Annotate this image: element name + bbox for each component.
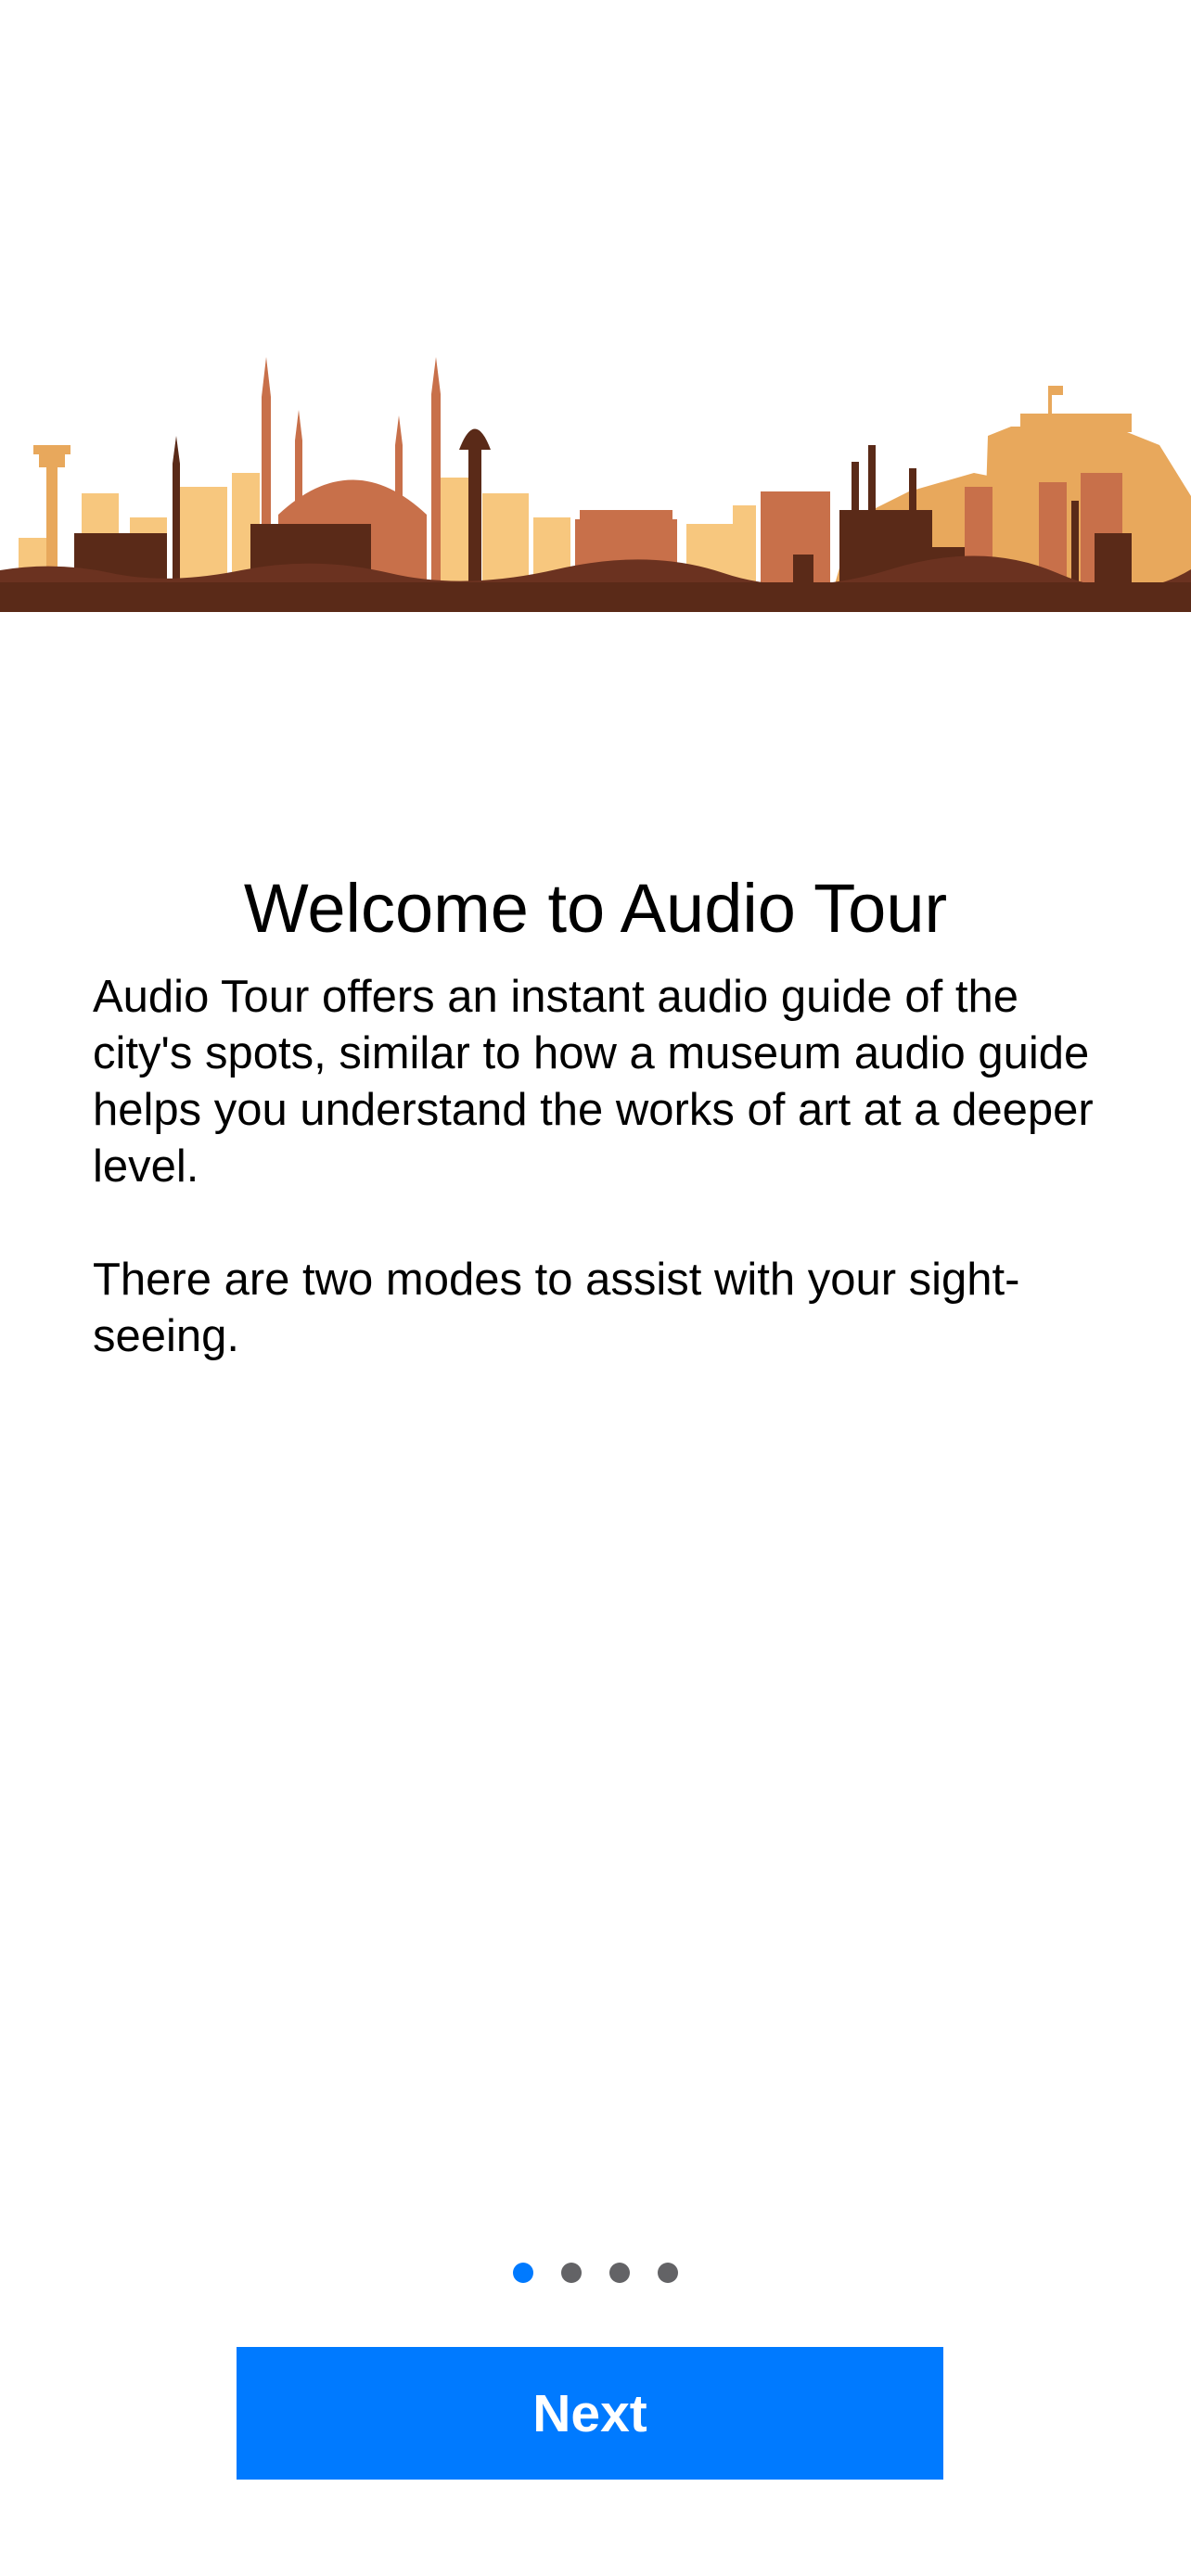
page-indicator[interactable] bbox=[0, 2263, 1191, 2285]
page-dot-4[interactable] bbox=[658, 2263, 678, 2283]
page-dot-1[interactable] bbox=[513, 2263, 533, 2283]
city-skyline-illustration bbox=[0, 343, 1191, 612]
intro-paragraph: Audio Tour offers an instant audio guide… bbox=[93, 972, 1094, 1192]
page-title: Welcome to Audio Tour bbox=[243, 870, 948, 947]
page-dot-3[interactable] bbox=[609, 2263, 630, 2283]
next-button[interactable]: Next bbox=[237, 2347, 943, 2480]
next-button-label: Next bbox=[532, 2383, 647, 2443]
page-dot-2[interactable] bbox=[561, 2263, 582, 2283]
intro-paragraph: There are two modes to assist with your … bbox=[93, 1255, 1020, 1361]
intro-description: Audio Tour offers an instant audio guide… bbox=[93, 969, 1113, 1365]
